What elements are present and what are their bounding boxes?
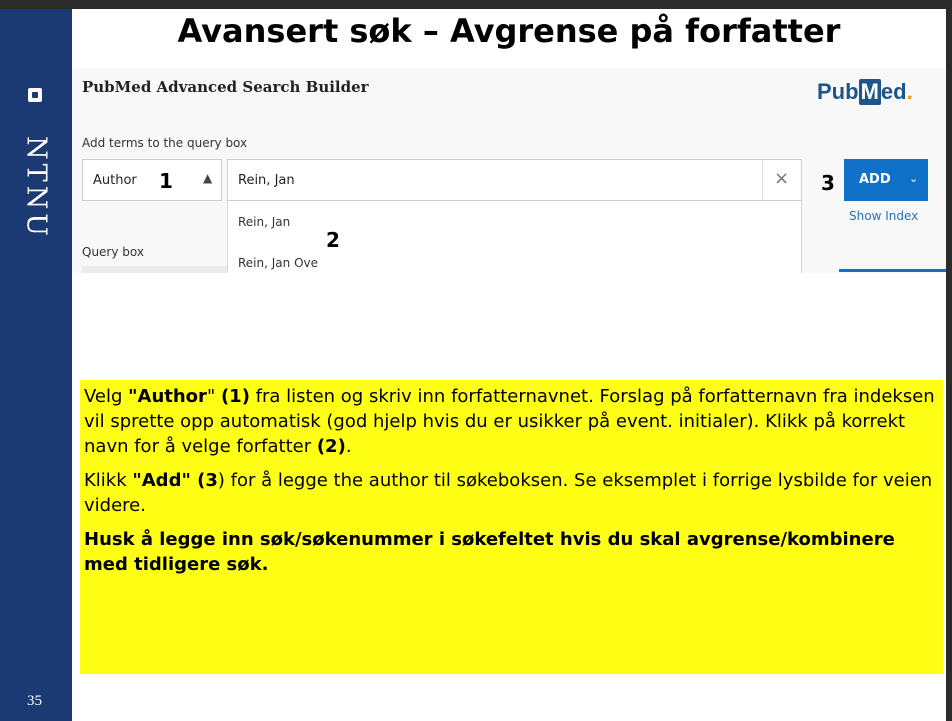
advanced-search-builder-heading: PubMed Advanced Search Builder [82, 78, 369, 96]
p1-ref-1: (1) [220, 386, 250, 407]
ntnu-logo-icon [28, 88, 42, 102]
suggestion-item[interactable]: Rein, Jan [238, 215, 290, 229]
pubmed-logo-mark: M [858, 79, 881, 105]
suggestion-item[interactable]: Rein, Jan Ove [238, 256, 318, 270]
author-suggestions-dropdown: Rein, Jan Rein, Jan Ove [227, 201, 802, 273]
query-box-edge [82, 266, 227, 273]
field-select-value: Author [93, 173, 137, 188]
add-button-label: ADD [859, 172, 891, 187]
pubmed-logo-post: ed [880, 79, 907, 104]
chevron-down-icon[interactable]: ⌄ [909, 172, 918, 185]
pubmed-screenshot: PubMed Advanced Search Builder PubMed. A… [72, 68, 946, 273]
p1-text-c: " [206, 386, 221, 407]
slide-number: 35 [27, 693, 42, 709]
instruction-paragraph-2: Klikk "Add" (3) for å legge the author t… [84, 468, 937, 518]
ntnu-logo: NTNU [20, 113, 52, 263]
clear-icon[interactable]: × [774, 168, 789, 189]
search-button-edge [839, 269, 946, 272]
instructions-box: Velg "Author" (1) fra listen og skriv in… [80, 380, 943, 674]
p2-text-a: Klikk [84, 470, 133, 491]
ntnu-logo-text: NTNU [20, 135, 52, 241]
slide-title: Avansert søk – Avgrense på forfatter [177, 12, 841, 50]
instruction-paragraph-1: Velg "Author" (1) fra listen og skriv in… [84, 384, 937, 459]
p3-bold: Husk å legge inn søk/søkenummer i søkefe… [84, 529, 895, 575]
field-select[interactable]: Author ▲ [82, 159, 222, 201]
p1-text-g: . [345, 436, 352, 457]
query-box-label: Query box [82, 245, 144, 259]
pubmed-logo-pre: Pub [817, 79, 859, 104]
ntnu-sidebar: NTNU 35 [0, 9, 72, 721]
annotation-3: 3 [821, 171, 835, 195]
input-divider [762, 160, 763, 200]
add-terms-label: Add terms to the query box [82, 136, 248, 150]
instruction-paragraph-3: Husk å legge inn søk/søkenummer i søkefe… [84, 527, 937, 577]
add-button[interactable]: ADD ⌄ [844, 159, 928, 201]
show-index-link[interactable]: Show Index [849, 209, 918, 223]
sort-arrows-icon: ▲ [203, 171, 213, 185]
slide-top-border [0, 0, 952, 9]
search-term-input[interactable]: Rein, Jan × [227, 159, 802, 201]
p1-text-a: Velg [84, 386, 129, 407]
pubmed-logo[interactable]: PubMed. [817, 79, 913, 105]
search-term-value: Rein, Jan [238, 173, 295, 188]
p2-add-bold: "Add" (3 [132, 470, 218, 491]
slide-right-border [946, 9, 952, 721]
p1-author-bold: "Author [128, 386, 207, 407]
annotation-2: 2 [326, 228, 340, 252]
annotation-1: 1 [159, 169, 173, 193]
p1-ref-2: (2) [316, 436, 346, 457]
pubmed-logo-dot: . [906, 79, 913, 104]
